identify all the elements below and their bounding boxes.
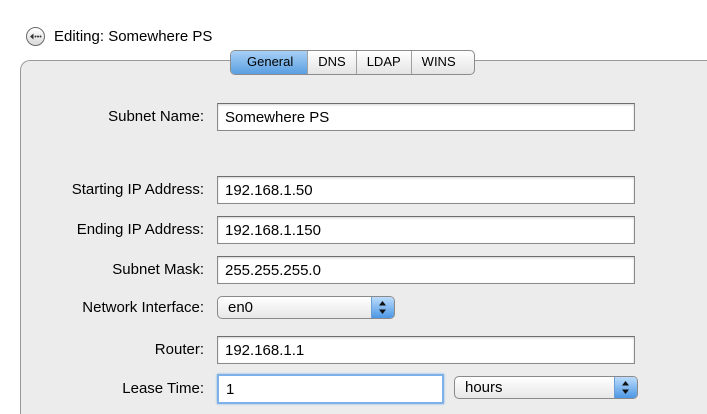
lease-time-field[interactable]: [217, 374, 444, 404]
subnet-mask-label: Subnet Mask:: [112, 261, 204, 278]
subnet-name-label: Subnet Name:: [108, 108, 204, 125]
window-title: Editing: Somewhere PS: [54, 28, 213, 45]
starting-ip-field[interactable]: [217, 176, 635, 204]
subnet-mask-field[interactable]: [217, 256, 635, 284]
starting-ip-label: Starting IP Address:: [71, 181, 204, 198]
updown-arrows-icon: [614, 377, 637, 398]
tab-ldap[interactable]: LDAP: [357, 51, 412, 74]
tab-dns[interactable]: DNS: [308, 51, 357, 74]
tab-wins[interactable]: WINS: [412, 51, 474, 74]
lease-time-label: Lease Time:: [122, 380, 204, 397]
subnet-name-field[interactable]: [217, 103, 635, 131]
router-label: Router:: [154, 341, 204, 358]
tab-bar: General DNS LDAP WINS: [230, 50, 475, 75]
router-field[interactable]: [217, 336, 635, 364]
network-interface-popup[interactable]: en0: [217, 296, 395, 319]
back-button[interactable]: [26, 27, 45, 46]
back-arrows-icon: [30, 33, 42, 40]
tab-general[interactable]: General: [231, 51, 309, 74]
updown-arrows-icon: [371, 297, 394, 318]
network-interface-label: Network Interface:: [82, 299, 204, 316]
ending-ip-field[interactable]: [217, 216, 635, 244]
lease-time-unit-value: hours: [465, 379, 503, 396]
lease-time-unit-popup[interactable]: hours: [454, 376, 638, 399]
network-interface-value: en0: [228, 299, 254, 316]
ending-ip-label: Ending IP Address:: [76, 221, 204, 238]
